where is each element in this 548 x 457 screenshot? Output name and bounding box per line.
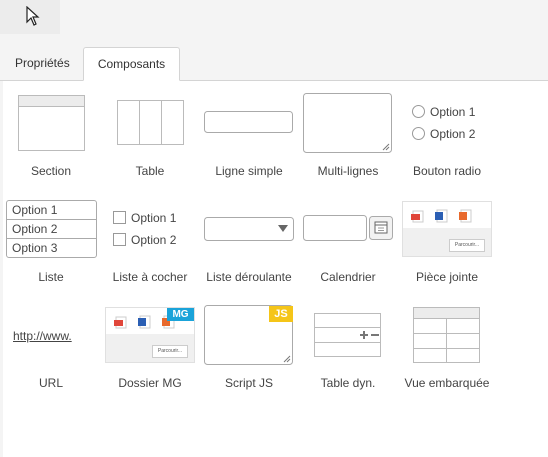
checkbox-option-1: Option 1 [113, 211, 176, 225]
component-script-js[interactable]: JS Script JS [199, 293, 299, 393]
multi-line-label: Multi-lignes [317, 164, 379, 178]
table-icon [117, 100, 184, 145]
component-list[interactable]: Option 1 Option 2 Option 3 Liste [3, 187, 103, 287]
textarea-icon [303, 93, 392, 153]
file-type-icons [411, 209, 472, 223]
listbox: Option 1 Option 2 Option 3 [6, 200, 97, 258]
mg-folder-label: Dossier MG [118, 376, 182, 390]
list-label: Liste [38, 270, 64, 284]
embedded-view-icon [413, 307, 480, 363]
component-single-line[interactable]: Ligne simple [199, 81, 299, 181]
top-toolbar [0, 0, 548, 40]
browse-button: Parcourir... [449, 239, 485, 252]
tab-composants[interactable]: Composants [83, 47, 180, 81]
component-embedded-view[interactable]: Vue embarquée [397, 293, 497, 393]
tab-proprietes[interactable]: Propriétés [15, 47, 70, 79]
attachment-preview: Parcourir... [402, 201, 492, 257]
browse-button: Parcourir... [152, 345, 188, 358]
radio-option-2: Option 2 [412, 127, 475, 141]
radio-option-1: Option 1 [412, 105, 475, 119]
component-radio[interactable]: Option 1 Option 2 Bouton radio [397, 81, 497, 181]
component-section[interactable]: Section [3, 81, 103, 181]
mouse-cursor-icon [26, 6, 40, 26]
component-dropdown[interactable]: Liste déroulante [199, 187, 299, 287]
calendar-label: Calendrier [320, 270, 376, 284]
component-table[interactable]: Table [100, 81, 200, 181]
table-label: Table [135, 164, 165, 178]
radio-label: Bouton radio [412, 164, 482, 178]
embedded-view-label: Vue embarquée [404, 376, 490, 390]
checkbox-list-label: Liste à cocher [112, 270, 188, 284]
component-checkbox-list[interactable]: Option 1 Option 2 Liste à cocher [100, 187, 200, 287]
attachment-files [403, 202, 491, 228]
script-js-label: Script JS [224, 376, 273, 390]
dynamic-table-label: Table dyn. [320, 376, 376, 390]
list-item: Option 2 [7, 220, 96, 239]
component-multi-line[interactable]: Multi-lignes [298, 81, 398, 181]
dropdown-label: Liste déroulante [206, 270, 292, 284]
single-line-label: Ligne simple [215, 164, 283, 178]
component-attachment[interactable]: Parcourir... Pièce jointe [397, 187, 497, 287]
section-icon [18, 95, 85, 151]
list-item: Option 3 [12, 241, 58, 255]
checkbox-icon [113, 211, 126, 224]
section-label: Section [30, 164, 72, 178]
attachment-label: Pièce jointe [415, 270, 479, 284]
url-label: URL [38, 376, 63, 390]
dropdown-icon [204, 217, 294, 241]
tab-bar: Propriétés Composants [0, 47, 548, 81]
radio-circle-icon [412, 127, 425, 140]
checkbox-icon [113, 233, 126, 246]
mg-folder-preview: MG Parcourir... [105, 307, 195, 363]
components-panel: Section Table Ligne simple Multi-lignes … [3, 81, 548, 457]
dynamic-table-icon [314, 313, 381, 357]
radio-circle-icon [412, 105, 425, 118]
component-dynamic-table[interactable]: Table dyn. [298, 293, 398, 393]
js-badge: JS [269, 306, 293, 322]
component-calendar[interactable]: Calendrier [298, 187, 398, 287]
list-item: Option 1 [7, 201, 96, 220]
component-mg-folder[interactable]: MG Parcourir... Dossier MG [100, 293, 200, 393]
calendar-icon [303, 215, 393, 241]
component-url[interactable]: http://www. URL [3, 293, 103, 393]
url-sample: http://www. [13, 329, 72, 343]
mg-badge: MG [167, 308, 194, 321]
checkbox-option-2: Option 2 [113, 233, 176, 247]
text-input-icon [204, 111, 293, 133]
